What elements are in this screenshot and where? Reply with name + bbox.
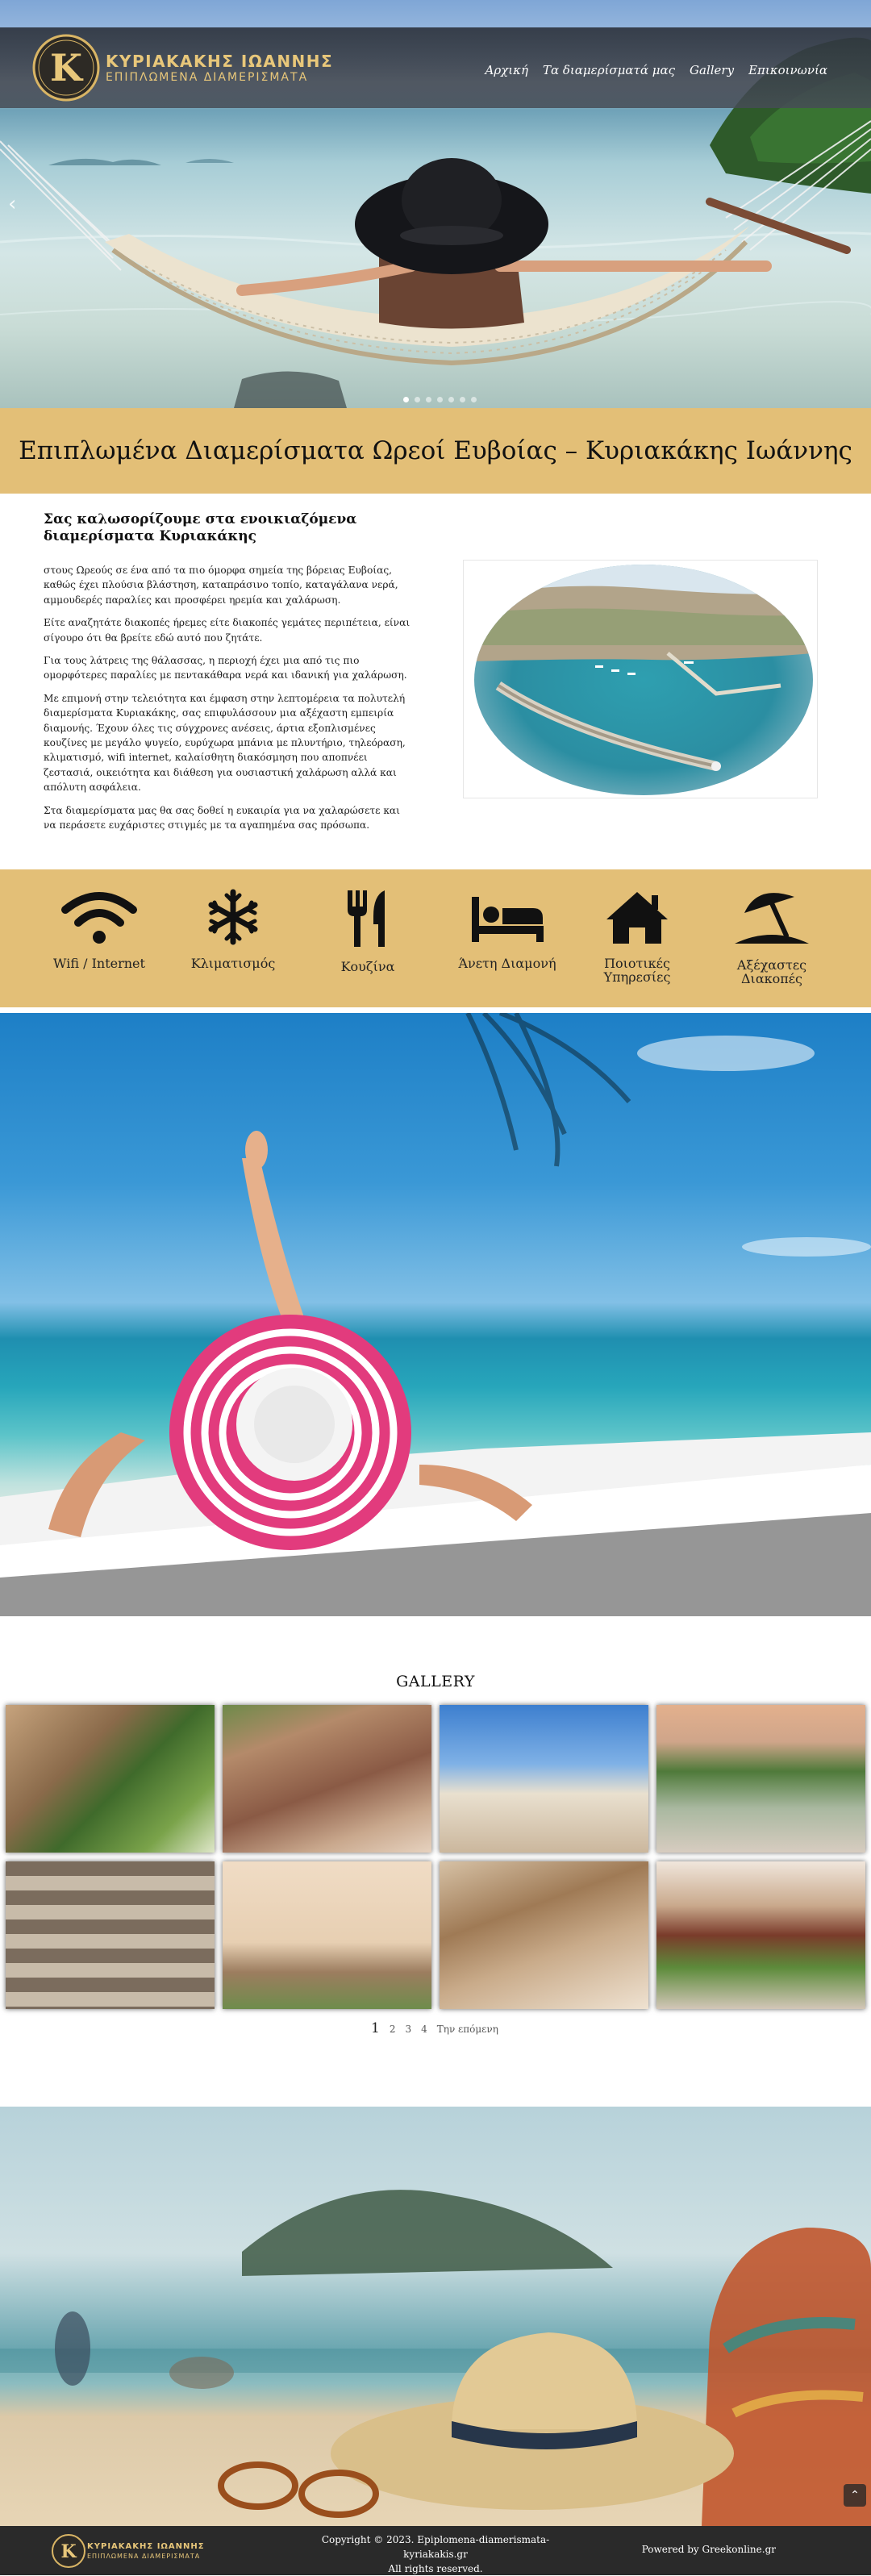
slider-dots	[403, 397, 477, 402]
page-link[interactable]: 4	[421, 2024, 427, 2035]
beach-lounger-image	[0, 1013, 871, 1616]
intro-paragraph: Είτε αναζητάτε διακοπές ήρεμες είτε διακ…	[44, 617, 410, 644]
intro-paragraph: Στα διαμερίσματα μας θα σας δοθεί η ευκα…	[44, 804, 400, 832]
page-title: Επιπλωμένα Διαμερίσματα Ωρεοί Ευβοίας – …	[19, 436, 852, 465]
nav-item-home[interactable]: Αρχική	[486, 63, 528, 77]
slider-dot[interactable]	[460, 397, 465, 402]
slider-dot[interactable]	[403, 397, 409, 402]
footer-logo[interactable]: K	[50, 2532, 87, 2573]
gallery-thumb[interactable]	[223, 1861, 431, 2009]
copyright-line: kyriakakis.gr	[403, 2549, 468, 2560]
svg-text:K: K	[50, 46, 84, 90]
site-footer: K ΚΥΡΙΑΚΑΚΗΣ ΙΩΑΝΝΗΣ ΕΠΙΠΛΩΜΕΝΑ ΔΙΑΜΕΡΙΣ…	[0, 2526, 871, 2575]
slider-dot[interactable]	[426, 397, 431, 402]
gallery-thumb[interactable]	[440, 1705, 648, 1853]
wifi-icon	[61, 892, 137, 944]
snowflake-icon	[208, 889, 258, 945]
slider-dot[interactable]	[437, 397, 443, 402]
nav-item-apartments[interactable]: Τα διαμερίσματά μας	[543, 63, 675, 77]
intro-heading: Σας καλωσορίζουμε στα ενοικιαζόμενα διαμ…	[44, 511, 357, 544]
hero-slider[interactable]: K ΚΥΡΙΑΚΑΚΗΣ ΙΩΑΝΝΗΣ ΕΠΙΠΛΩΜΕΝΑ ΔΙΑΜΕΡΙΣ…	[0, 0, 871, 408]
amenity-services: Ποιοτικές Υπηρεσίες	[577, 889, 698, 984]
chevron-up-icon[interactable]: ⌃	[844, 2484, 866, 2507]
intro-paragraph: Για τους λάτρεις της θάλασσας, η περιοχή…	[44, 655, 407, 682]
beach-hat-image	[0, 2107, 871, 2526]
gallery-thumb[interactable]	[656, 1861, 865, 2009]
gallery-thumb[interactable]	[6, 1861, 215, 2009]
nav-item-gallery[interactable]: Gallery	[690, 63, 734, 77]
page-link-current[interactable]: 1	[371, 2020, 380, 2036]
next-page-link[interactable]: Την επόμενη	[437, 2024, 498, 2035]
amenities-band: Wifi / Internet Κλιματισμός Κουζίνα Άνετ…	[0, 869, 871, 1007]
amenity-label: Αξέχαστες Διακοπές	[736, 957, 807, 986]
svg-text:K: K	[60, 2541, 77, 2562]
amenity-stay: Άνετη Διαμονή	[447, 889, 568, 970]
intro-paragraph: Με επιμονή στην τελειότητα και έμφαση στ…	[44, 692, 406, 794]
intro-paragraph: στους Ωρεούς σε ένα από τα πιο όμορφα ση…	[44, 565, 398, 606]
slider-dot[interactable]	[448, 397, 454, 402]
chevron-left-icon[interactable]: ‹	[8, 192, 16, 216]
amenity-ac: Κλιματισμός	[173, 889, 294, 970]
amenity-label: Κλιματισμός	[190, 956, 276, 971]
gallery-thumb[interactable]	[440, 1861, 648, 2009]
gallery-title: GALLERY	[396, 1673, 475, 1690]
nav-item-contact[interactable]: Επικοινωνία	[748, 63, 827, 77]
amenity-kitchen: Κουζίνα	[307, 889, 428, 973]
copyright-text: Copyright © 2023. Epiplomena-diamerismat…	[306, 2532, 565, 2576]
amenity-label: Κουζίνα	[340, 959, 395, 974]
brand-name: ΚΥΡΙΑΚΑΚΗΣ ΙΩΑΝΝΗΣ	[106, 52, 334, 71]
amenity-label: Ποιοτικές Υπηρεσίες	[603, 956, 671, 985]
slider-dot[interactable]	[415, 397, 420, 402]
site-logo[interactable]: K ΚΥΡΙΑΚΑΚΗΣ ΙΩΑΝΝΗΣ ΕΠΙΠΛΩΜΕΝΑ ΔΙΑΜΕΡΙΣ…	[29, 31, 332, 105]
port-aerial-image	[474, 565, 813, 795]
logo-monogram-icon: K	[52, 2534, 85, 2568]
gallery-thumb[interactable]	[6, 1705, 215, 1853]
home-icon	[606, 892, 668, 944]
gallery-thumb[interactable]	[656, 1705, 865, 1853]
copyright-line: All rights reserved.	[388, 2563, 483, 2574]
footer-brand-name: ΚΥΡΙΑΚΑΚΗΣ ΙΩΑΝΝΗΣ	[87, 2542, 205, 2551]
amenity-wifi: Wifi / Internet	[39, 889, 160, 970]
utensils-icon	[348, 890, 385, 947]
title-band: Επιπλωμένα Διαμερίσματα Ωρεοί Ευβοίας – …	[0, 408, 871, 494]
brand-tagline: ΕΠΙΠΛΩΜΕΝΑ ΔΙΑΜΕΡΙΣΜΑΤΑ	[106, 71, 309, 84]
page-link[interactable]: 2	[390, 2024, 396, 2035]
gallery-pagination: 1 2 3 4 Την επόμενη	[371, 2020, 498, 2036]
page-link[interactable]: 3	[405, 2024, 411, 2035]
main-nav: Αρχική Τα διαμερίσματά μας Gallery Επικο…	[486, 63, 827, 77]
gallery-thumb[interactable]	[223, 1705, 431, 1853]
amenity-vacation: Αξέχαστες Διακοπές	[711, 889, 832, 986]
copyright-line: Copyright © 2023. Epiplomena-diamerismat…	[321, 2534, 550, 2545]
powered-by-link[interactable]: Powered by Greekonline.gr	[642, 2544, 776, 2555]
intro-section: Σας καλωσορίζουμε στα ενοικιαζόμενα διαμ…	[44, 511, 415, 841]
amenity-label: Wifi / Internet	[53, 956, 145, 971]
umbrella-beach-icon	[735, 893, 809, 944]
slider-dot[interactable]	[471, 397, 477, 402]
footer-brand-tagline: ΕΠΙΠΛΩΜΕΝΑ ΔΙΑΜΕΡΙΣΜΑΤΑ	[87, 2553, 201, 2560]
amenity-label: Άνετη Διαμονή	[458, 956, 556, 971]
bed-icon	[472, 897, 544, 942]
logo-monogram-icon: K	[32, 34, 100, 102]
